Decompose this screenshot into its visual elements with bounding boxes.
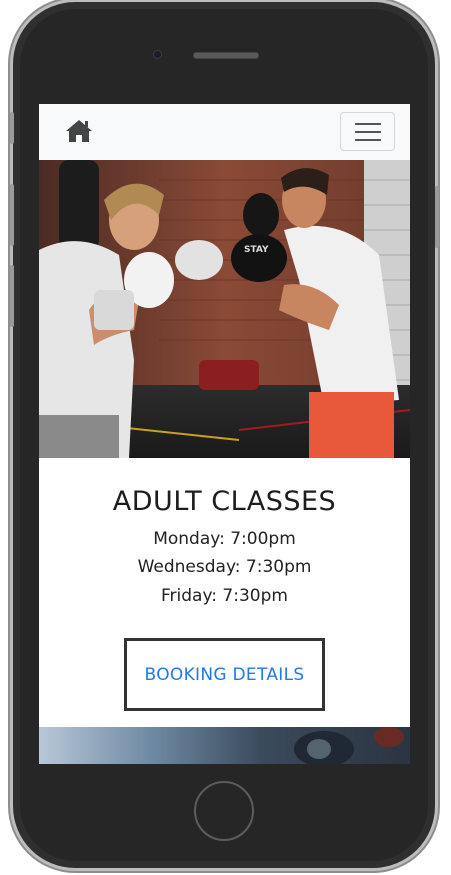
next-section-photo <box>39 727 410 764</box>
phone-screen: STAY ADULT CLASSES Monday: 7:00pm Wednes… <box>39 104 410 764</box>
hero-image: STAY <box>39 160 410 458</box>
front-camera <box>153 50 162 59</box>
section-title: ADULT CLASSES <box>112 486 337 517</box>
navbar <box>39 104 410 160</box>
svg-text:STAY: STAY <box>244 245 269 255</box>
schedule-wednesday: Wednesday: 7:30pm <box>137 557 312 577</box>
phone-home-button[interactable] <box>194 781 254 841</box>
booking-details-label: BOOKING DETAILS <box>144 664 305 685</box>
volume-up-button <box>10 184 14 246</box>
hamburger-menu-button[interactable] <box>340 112 395 151</box>
power-button <box>435 186 439 248</box>
hamburger-menu-icon <box>355 123 381 125</box>
booking-details-button[interactable]: BOOKING DETAILS <box>124 638 325 711</box>
schedule-friday: Friday: 7:30pm <box>161 586 288 606</box>
mute-switch <box>10 112 14 144</box>
next-section-image <box>39 727 410 764</box>
hamburger-bar <box>355 139 381 141</box>
volume-down-button <box>10 265 14 327</box>
hamburger-bar <box>355 131 381 133</box>
boxing-training-photo: STAY <box>39 160 410 458</box>
earpiece-speaker <box>193 52 259 59</box>
schedule-monday: Monday: 7:00pm <box>153 529 296 549</box>
home-icon[interactable] <box>65 118 93 143</box>
